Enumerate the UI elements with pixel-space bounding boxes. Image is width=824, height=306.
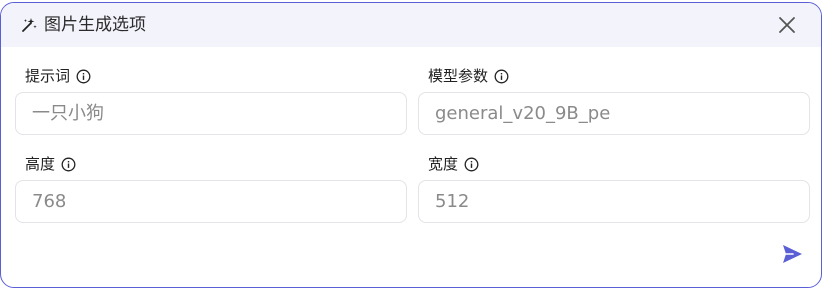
prompt-label: 提示词 (25, 66, 91, 86)
height-input[interactable]: 768 (15, 180, 407, 223)
width-input[interactable]: 512 (418, 180, 810, 223)
info-icon[interactable] (76, 69, 91, 84)
width-label: 宽度 (428, 154, 479, 174)
model-label-text: 模型参数 (428, 67, 489, 85)
close-icon[interactable] (777, 15, 797, 35)
width-label-text: 宽度 (428, 155, 459, 173)
height-label: 高度 (25, 154, 76, 174)
prompt-input[interactable]: 一只小狗 (15, 92, 407, 135)
info-icon[interactable] (61, 157, 76, 172)
dialog-header: 图片生成选项 (1, 3, 821, 47)
height-label-text: 高度 (25, 155, 56, 173)
info-icon[interactable] (494, 69, 509, 84)
prompt-label-text: 提示词 (25, 67, 71, 85)
model-input[interactable]: general_v20_9B_pe (418, 92, 810, 135)
dialog-title: 图片生成选项 (44, 15, 146, 35)
send-icon[interactable] (781, 243, 803, 265)
model-label: 模型参数 (428, 66, 509, 86)
image-generation-options-dialog: 图片生成选项 提示词 一只小狗 模型参数 general_v20_9B_pe 高… (0, 2, 822, 288)
info-icon[interactable] (464, 157, 479, 172)
wand-sparkle-icon (22, 18, 37, 32)
